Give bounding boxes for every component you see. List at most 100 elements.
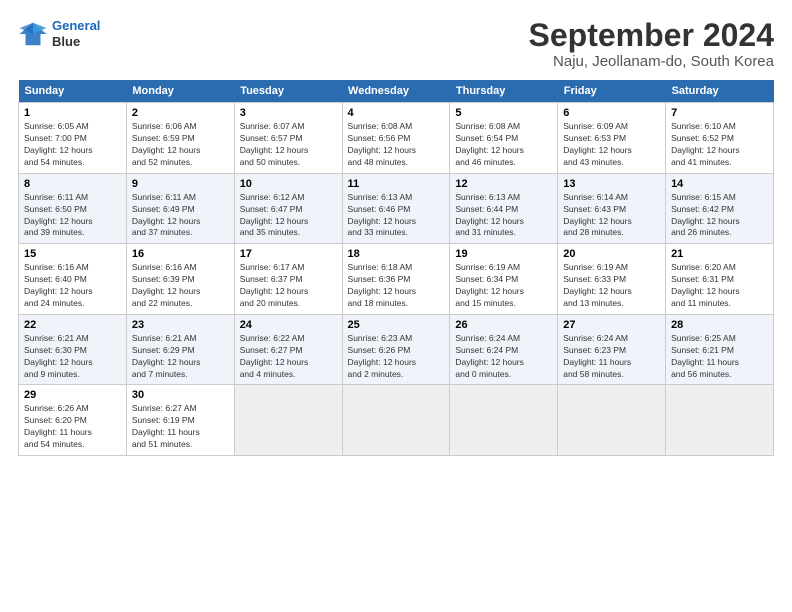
- day-detail: Sunrise: 6:11 AM Sunset: 6:50 PM Dayligh…: [24, 192, 121, 240]
- day-number: 8: [24, 178, 121, 190]
- day-detail: Sunrise: 6:27 AM Sunset: 6:19 PM Dayligh…: [132, 403, 229, 451]
- day-number: 24: [240, 319, 337, 331]
- col-friday: Friday: [558, 80, 666, 103]
- table-row: 10 Sunrise: 6:12 AM Sunset: 6:47 PM Dayli…: [234, 173, 342, 244]
- day-detail: Sunrise: 6:20 AM Sunset: 6:31 PM Dayligh…: [671, 262, 768, 310]
- day-detail: Sunrise: 6:05 AM Sunset: 7:00 PM Dayligh…: [24, 121, 121, 169]
- day-detail: Sunrise: 6:09 AM Sunset: 6:53 PM Dayligh…: [563, 121, 660, 169]
- day-detail: Sunrise: 6:08 AM Sunset: 6:54 PM Dayligh…: [455, 121, 552, 169]
- day-number: 11: [348, 178, 445, 190]
- day-number: 26: [455, 319, 552, 331]
- day-number: 27: [563, 319, 660, 331]
- day-number: 18: [348, 248, 445, 260]
- subtitle: Naju, Jeollanam-do, South Korea: [529, 53, 774, 70]
- table-row: 7Sunrise: 6:10 AM Sunset: 6:52 PM Daylig…: [666, 103, 774, 174]
- day-detail: Sunrise: 6:08 AM Sunset: 6:56 PM Dayligh…: [348, 121, 445, 169]
- day-number: 14: [671, 178, 768, 190]
- day-detail: Sunrise: 6:06 AM Sunset: 6:59 PM Dayligh…: [132, 121, 229, 169]
- day-number: 6: [563, 107, 660, 119]
- day-number: 3: [240, 107, 337, 119]
- col-saturday: Saturday: [666, 80, 774, 103]
- day-detail: Sunrise: 6:23 AM Sunset: 6:26 PM Dayligh…: [348, 333, 445, 381]
- table-row: 16Sunrise: 6:16 AM Sunset: 6:39 PM Dayli…: [126, 244, 234, 315]
- table-row: 5 Sunrise: 6:08 AM Sunset: 6:54 PM Daylig…: [450, 103, 558, 174]
- day-number: 29: [24, 389, 121, 401]
- day-number: 15: [24, 248, 121, 260]
- table-row: 20 Sunrise: 6:19 AM Sunset: 6:33 PM Dayli…: [558, 244, 666, 315]
- table-row: 15 Sunrise: 6:16 AM Sunset: 6:40 PM Dayli…: [19, 244, 127, 315]
- day-number: 9: [132, 178, 229, 190]
- day-number: 22: [24, 319, 121, 331]
- day-number: 1: [24, 107, 121, 119]
- table-row: 8 Sunrise: 6:11 AM Sunset: 6:50 PM Daylig…: [19, 173, 127, 244]
- table-row: [666, 385, 774, 456]
- table-row: 11 Sunrise: 6:13 AM Sunset: 6:46 PM Dayli…: [342, 173, 450, 244]
- title-block: September 2024 Naju, Jeollanam-do, South…: [529, 18, 774, 70]
- day-number: 25: [348, 319, 445, 331]
- table-row: 25 Sunrise: 6:23 AM Sunset: 6:26 PM Dayli…: [342, 314, 450, 385]
- table-row: 6 Sunrise: 6:09 AM Sunset: 6:53 PM Daylig…: [558, 103, 666, 174]
- day-number: 30: [132, 389, 229, 401]
- day-detail: Sunrise: 6:19 AM Sunset: 6:34 PM Dayligh…: [455, 262, 552, 310]
- table-row: [234, 385, 342, 456]
- table-row: 24 Sunrise: 6:22 AM Sunset: 6:27 PM Dayli…: [234, 314, 342, 385]
- day-detail: Sunrise: 6:21 AM Sunset: 6:30 PM Dayligh…: [24, 333, 121, 381]
- day-number: 2: [132, 107, 229, 119]
- table-row: [450, 385, 558, 456]
- table-row: 9 Sunrise: 6:11 AM Sunset: 6:49 PM Daylig…: [126, 173, 234, 244]
- table-row: 18 Sunrise: 6:18 AM Sunset: 6:36 PM Dayli…: [342, 244, 450, 315]
- day-detail: Sunrise: 6:14 AM Sunset: 6:43 PM Dayligh…: [563, 192, 660, 240]
- day-detail: Sunrise: 6:16 AM Sunset: 6:40 PM Dayligh…: [24, 262, 121, 310]
- day-detail: Sunrise: 6:17 AM Sunset: 6:37 PM Dayligh…: [240, 262, 337, 310]
- table-row: [342, 385, 450, 456]
- day-detail: Sunrise: 6:15 AM Sunset: 6:42 PM Dayligh…: [671, 192, 768, 240]
- day-detail: Sunrise: 6:19 AM Sunset: 6:33 PM Dayligh…: [563, 262, 660, 310]
- day-detail: Sunrise: 6:26 AM Sunset: 6:20 PM Dayligh…: [24, 403, 121, 451]
- day-number: 17: [240, 248, 337, 260]
- table-row: 19 Sunrise: 6:19 AM Sunset: 6:34 PM Dayli…: [450, 244, 558, 315]
- table-row: 28Sunrise: 6:25 AM Sunset: 6:21 PM Dayli…: [666, 314, 774, 385]
- col-thursday: Thursday: [450, 80, 558, 103]
- table-row: 4 Sunrise: 6:08 AM Sunset: 6:56 PM Daylig…: [342, 103, 450, 174]
- calendar-table: Sunday Monday Tuesday Wednesday Thursday…: [18, 80, 774, 456]
- day-detail: Sunrise: 6:12 AM Sunset: 6:47 PM Dayligh…: [240, 192, 337, 240]
- table-row: 1 Sunrise: 6:05 AM Sunset: 7:00 PM Daylig…: [19, 103, 127, 174]
- col-tuesday: Tuesday: [234, 80, 342, 103]
- table-row: 23 Sunrise: 6:21 AM Sunset: 6:29 PM Dayli…: [126, 314, 234, 385]
- page: General Blue September 2024 Naju, Jeolla…: [0, 0, 792, 612]
- col-wednesday: Wednesday: [342, 80, 450, 103]
- table-row: 17 Sunrise: 6:17 AM Sunset: 6:37 PM Dayli…: [234, 244, 342, 315]
- day-number: 5: [455, 107, 552, 119]
- table-row: 14 Sunrise: 6:15 AM Sunset: 6:42 PM Dayli…: [666, 173, 774, 244]
- table-row: 26 Sunrise: 6:24 AM Sunset: 6:24 PM Dayli…: [450, 314, 558, 385]
- day-detail: Sunrise: 6:13 AM Sunset: 6:46 PM Dayligh…: [348, 192, 445, 240]
- day-number: 28: [671, 319, 768, 331]
- day-number: 16: [132, 248, 229, 260]
- day-number: 4: [348, 107, 445, 119]
- day-detail: Sunrise: 6:07 AM Sunset: 6:57 PM Dayligh…: [240, 121, 337, 169]
- table-row: [558, 385, 666, 456]
- table-row: 3 Sunrise: 6:07 AM Sunset: 6:57 PM Daylig…: [234, 103, 342, 174]
- table-row: 22 Sunrise: 6:21 AM Sunset: 6:30 PM Dayli…: [19, 314, 127, 385]
- day-detail: Sunrise: 6:22 AM Sunset: 6:27 PM Dayligh…: [240, 333, 337, 381]
- day-number: 10: [240, 178, 337, 190]
- day-number: 21: [671, 248, 768, 260]
- day-number: 19: [455, 248, 552, 260]
- day-detail: Sunrise: 6:24 AM Sunset: 6:23 PM Dayligh…: [563, 333, 660, 381]
- day-number: 20: [563, 248, 660, 260]
- day-detail: Sunrise: 6:24 AM Sunset: 6:24 PM Dayligh…: [455, 333, 552, 381]
- table-row: 27 Sunrise: 6:24 AM Sunset: 6:23 PM Dayli…: [558, 314, 666, 385]
- day-detail: Sunrise: 6:18 AM Sunset: 6:36 PM Dayligh…: [348, 262, 445, 310]
- table-row: 2 Sunrise: 6:06 AM Sunset: 6:59 PM Daylig…: [126, 103, 234, 174]
- table-row: 13 Sunrise: 6:14 AM Sunset: 6:43 PM Dayli…: [558, 173, 666, 244]
- logo: General Blue: [18, 18, 100, 49]
- day-number: 23: [132, 319, 229, 331]
- day-detail: Sunrise: 6:11 AM Sunset: 6:49 PM Dayligh…: [132, 192, 229, 240]
- table-row: 29 Sunrise: 6:26 AM Sunset: 6:20 PM Dayli…: [19, 385, 127, 456]
- day-number: 12: [455, 178, 552, 190]
- table-row: 30 Sunrise: 6:27 AM Sunset: 6:19 PM Dayli…: [126, 385, 234, 456]
- header: General Blue September 2024 Naju, Jeolla…: [18, 18, 774, 70]
- day-detail: Sunrise: 6:21 AM Sunset: 6:29 PM Dayligh…: [132, 333, 229, 381]
- day-detail: Sunrise: 6:10 AM Sunset: 6:52 PM Dayligh…: [671, 121, 768, 169]
- day-number: 13: [563, 178, 660, 190]
